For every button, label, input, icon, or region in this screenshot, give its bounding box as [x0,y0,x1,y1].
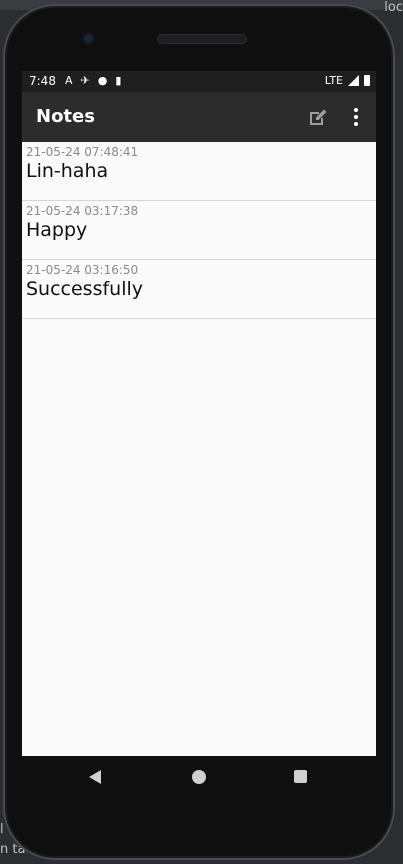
more-options-button[interactable] [343,104,369,130]
battery-icon [364,75,370,86]
note-list-item[interactable]: 21-05-24 03:16:50 Successfully [22,260,376,319]
app-screen: 7:48 A ✈ ● ▮ LTE Notes 21-05-24 07:48:41… [22,71,376,756]
note-date: 21-05-24 07:48:41 [26,145,139,159]
edit-note-icon [310,109,327,125]
note-title: Happy [26,219,88,241]
more-vert-icon [354,108,358,126]
notes-list: 21-05-24 07:48:41 Lin-haha 21-05-24 03:1… [22,142,376,319]
earpiece-speaker [157,34,247,44]
note-date: 21-05-24 03:16:50 [26,263,139,277]
note-title: Successfully [26,278,144,300]
new-note-button[interactable] [305,104,331,130]
recent-apps-icon[interactable] [294,770,307,783]
signal-icon [348,75,359,86]
front-camera [82,32,95,45]
ide-background-text: l [0,822,4,837]
status-bar: 7:48 A ✈ ● ▮ LTE [22,71,376,92]
note-list-item[interactable]: 21-05-24 03:17:38 Happy [22,201,376,260]
network-type: LTE [324,74,343,87]
status-time: 7:48 [29,74,56,88]
page-title: Notes [36,106,95,127]
ide-background-text: loc [384,0,403,15]
app-toolbar: Notes [22,92,376,142]
notification-icon: ● [97,74,108,87]
system-navigation-bar [22,756,376,800]
note-list-item[interactable]: 21-05-24 07:48:41 Lin-haha [22,142,376,201]
system-status-icons: LTE [325,74,370,87]
note-title: Lin-haha [26,160,109,182]
notification-icon: ▮ [115,74,122,87]
notification-icons: A ✈ ● ▮ [65,74,121,87]
notification-icon: ✈ [80,74,90,87]
home-icon[interactable] [192,770,206,784]
note-date: 21-05-24 03:17:38 [26,204,139,218]
back-icon[interactable] [89,770,101,784]
notification-icon: A [65,74,73,87]
